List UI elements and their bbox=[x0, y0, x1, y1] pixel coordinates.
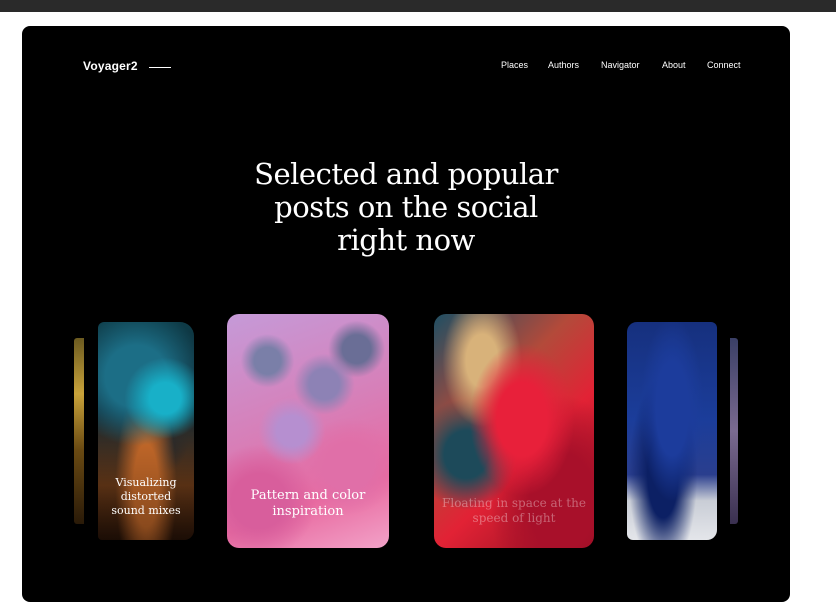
nav-item-navigator[interactable]: Navigator bbox=[601, 60, 640, 70]
page-frame: Voyager2 Places Authors Navigator About … bbox=[22, 26, 790, 602]
post-card-pattern-color[interactable]: Pattern and color inspiration bbox=[227, 314, 389, 548]
hero-line-3: right now bbox=[337, 223, 475, 257]
hero-headline: Selected and popular posts on the social… bbox=[22, 158, 790, 257]
nav-item-about[interactable]: About bbox=[662, 60, 686, 70]
card-caption: Pattern and color inspiration bbox=[250, 488, 366, 519]
nav-item-connect[interactable]: Connect bbox=[707, 60, 741, 70]
post-card-floating-space[interactable]: Floating in space at the speed of light bbox=[434, 314, 594, 548]
card-edge-left[interactable] bbox=[74, 338, 84, 524]
post-card-blue-ink[interactable] bbox=[627, 322, 717, 540]
post-card-sound-mixes[interactable]: Visualizing distorted sound mixes bbox=[98, 322, 194, 540]
hero-line-2: posts on the social bbox=[274, 190, 538, 224]
site-logo[interactable]: Voyager2 bbox=[83, 59, 138, 73]
logo-dash bbox=[149, 67, 171, 68]
browser-top-bar bbox=[0, 0, 836, 12]
card-caption: Visualizing distorted sound mixes bbox=[111, 476, 181, 517]
nav-item-places[interactable]: Places bbox=[501, 60, 528, 70]
nav-item-authors[interactable]: Authors bbox=[548, 60, 579, 70]
hero-line-1: Selected and popular bbox=[254, 157, 558, 191]
card-edge-right[interactable] bbox=[730, 338, 738, 524]
card-caption: Floating in space at the speed of light bbox=[442, 496, 586, 525]
